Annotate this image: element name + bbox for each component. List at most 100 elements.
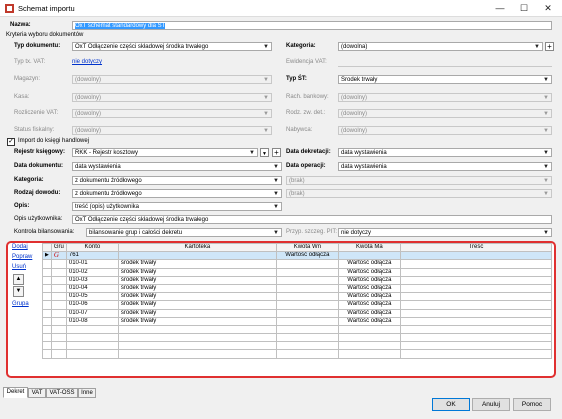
cell-kwota-wn[interactable]: [275, 259, 339, 269]
cell-kartoteka[interactable]: środek trwały: [117, 267, 277, 277]
cell-kartoteka[interactable]: środek trwały: [117, 316, 277, 326]
move-down-button[interactable]: ▼: [13, 286, 24, 297]
status-fiskalny-select[interactable]: (dowolny) ▼: [72, 126, 272, 135]
minimize-icon[interactable]: —: [488, 0, 512, 17]
tab-vat-oss[interactable]: VAT-OSS: [46, 388, 78, 398]
kategoria-select[interactable]: (dowolna) ▼: [338, 42, 543, 51]
col-header-konto[interactable]: Konto: [65, 242, 119, 253]
cell-konto[interactable]: 010-01: [65, 259, 119, 269]
table-row[interactable]: 010-01 środek trwały Wartość odłącza: [42, 259, 553, 269]
table-row[interactable]: ▶ G 761 Wartość odłącza: [42, 251, 553, 261]
cell-kwota-wn[interactable]: [275, 283, 339, 294]
cell-gru[interactable]: [50, 316, 67, 326]
cell-konto[interactable]: 010-05: [65, 292, 119, 302]
cell-kartoteka[interactable]: środek trwały: [117, 300, 277, 310]
col-header-gru[interactable]: Gru: [50, 242, 67, 253]
cell-konto[interactable]: 010-02: [65, 267, 119, 277]
cell-gru[interactable]: [50, 308, 67, 318]
kasa-select[interactable]: (dowolny) ▼: [72, 93, 272, 102]
cell-gru[interactable]: [50, 300, 67, 310]
magazyn-select[interactable]: (dowolny) ▼: [72, 75, 272, 84]
brak-select-1[interactable]: (brak) ▼: [286, 176, 552, 185]
cell-kwota-wn[interactable]: [275, 308, 339, 318]
cell-kwota-wn[interactable]: [275, 292, 339, 302]
cell-kwota-wn[interactable]: [275, 316, 339, 326]
cell-kwota-wn[interactable]: Wartość odłącza: [275, 251, 339, 261]
cell-tresc[interactable]: [399, 308, 553, 318]
col-header-kartoteka[interactable]: Kartoteka: [117, 242, 277, 253]
table-row[interactable]: 010-08 środek trwały Wartość odłącza: [42, 316, 553, 326]
data-operacji-select[interactable]: data wystawienia ▼: [338, 162, 552, 171]
cell-kartoteka[interactable]: środek trwały: [117, 275, 277, 285]
opis-select[interactable]: treść (opis) użytkownika ▼: [72, 202, 282, 211]
cell-kwota-ma[interactable]: Wartość odłącza: [337, 292, 401, 302]
cell-kwota-ma[interactable]: Wartość odłącza: [337, 275, 401, 285]
cell-kwota-ma[interactable]: Wartość odłącza: [337, 308, 401, 318]
cell-tresc[interactable]: [399, 292, 553, 302]
cell-kwota-ma[interactable]: Wartość odłącza: [337, 300, 401, 310]
cell-kwota-ma[interactable]: [337, 251, 401, 261]
rejestr-add-button[interactable]: +: [272, 148, 281, 157]
przyp-select[interactable]: nie dotyczy ▼: [338, 228, 552, 237]
kategoria-add-button[interactable]: +: [545, 42, 554, 51]
cell-kwota-ma[interactable]: Wartość odłącza: [337, 316, 401, 326]
grupa-link[interactable]: Grupa: [12, 300, 29, 309]
data-dokumentu-select[interactable]: data wystawienia ▼: [72, 162, 282, 171]
cell-gru[interactable]: G: [50, 251, 67, 261]
table-row[interactable]: 010-05 środek trwały Wartość odłącza: [42, 292, 553, 302]
dodaj-link[interactable]: Dodaj: [12, 243, 28, 252]
usun-link[interactable]: Usuń: [12, 263, 26, 272]
cell-konto[interactable]: 010-06: [65, 300, 119, 310]
popraw-link[interactable]: Popraw: [12, 253, 32, 262]
table-row[interactable]: 010-06 środek trwały Wartość odłącza: [42, 300, 553, 310]
opis-uzytkownika-field[interactable]: OxT Odłączenie części składowej środka t…: [72, 215, 552, 224]
cell-tresc[interactable]: [399, 300, 553, 310]
cell-kartoteka[interactable]: środek trwały: [117, 292, 277, 302]
cancel-button[interactable]: Anuluj: [472, 398, 510, 411]
ewidencja-vat-field[interactable]: [338, 66, 552, 67]
nabywca-select[interactable]: (dowolny) ▼: [338, 126, 552, 135]
cell-tresc[interactable]: [399, 275, 553, 285]
rozliczenie-vat-select[interactable]: (dowolny) ▼: [72, 109, 272, 118]
kontrola-select[interactable]: bilansowanie grup i całości dekretu ▼: [86, 228, 282, 237]
cell-tresc[interactable]: [399, 283, 553, 294]
rodzaj-dowodu-select[interactable]: z dokumentu źródłowego ▼: [72, 189, 282, 198]
brak-select-2[interactable]: (brak) ▼: [286, 189, 552, 198]
cell-kwota-wn[interactable]: [275, 267, 339, 277]
empty-row[interactable]: [42, 333, 553, 343]
typ-dokumentu-select[interactable]: OxT Odłączenie części składowej środka t…: [72, 42, 272, 51]
cell-tresc[interactable]: [399, 259, 553, 269]
cell-kwota-wn[interactable]: [275, 300, 339, 310]
tab-inne[interactable]: Inne: [78, 388, 96, 398]
cell-kwota-ma[interactable]: Wartość odłącza: [337, 259, 401, 269]
import-checkbox[interactable]: ✓: [7, 138, 15, 146]
rejestr-dropdown-button[interactable]: ▼: [260, 148, 269, 157]
cell-tresc[interactable]: [399, 267, 553, 277]
col-header-indicator[interactable]: [42, 242, 52, 253]
ok-button[interactable]: OK: [432, 398, 470, 411]
cell-konto[interactable]: 010-07: [65, 308, 119, 318]
import-kategoria-select[interactable]: z dokumentu źródłowego ▼: [72, 176, 282, 185]
cell-konto[interactable]: 010-04: [65, 283, 119, 294]
cell-kwota-ma[interactable]: Wartość odłącza: [337, 267, 401, 277]
cell-kwota-wn[interactable]: [275, 275, 339, 285]
cell-kartoteka[interactable]: środek trwały: [117, 259, 277, 269]
rodz-zw-det-select[interactable]: (dowolny) ▼: [338, 109, 552, 118]
cell-gru[interactable]: [50, 283, 67, 294]
maximize-icon[interactable]: ☐: [512, 0, 536, 17]
empty-row[interactable]: [42, 324, 553, 335]
empty-row[interactable]: [42, 349, 553, 359]
cell-konto[interactable]: 761: [65, 251, 119, 261]
move-up-button[interactable]: ▲: [13, 274, 24, 285]
cell-konto[interactable]: 010-03: [65, 275, 119, 285]
cell-gru[interactable]: [50, 275, 67, 285]
cell-kartoteka[interactable]: [117, 251, 277, 261]
cell-kartoteka[interactable]: środek trwały: [117, 308, 277, 318]
cell-konto[interactable]: 010-08: [65, 316, 119, 326]
tab-dekret[interactable]: Dekret: [3, 387, 28, 398]
close-icon[interactable]: ✕: [536, 0, 560, 17]
data-dekretacji-select[interactable]: data wystawienia ▼: [338, 148, 552, 157]
cell-tresc[interactable]: [399, 316, 553, 326]
cell-gru[interactable]: [50, 292, 67, 302]
cell-gru[interactable]: [50, 267, 67, 277]
